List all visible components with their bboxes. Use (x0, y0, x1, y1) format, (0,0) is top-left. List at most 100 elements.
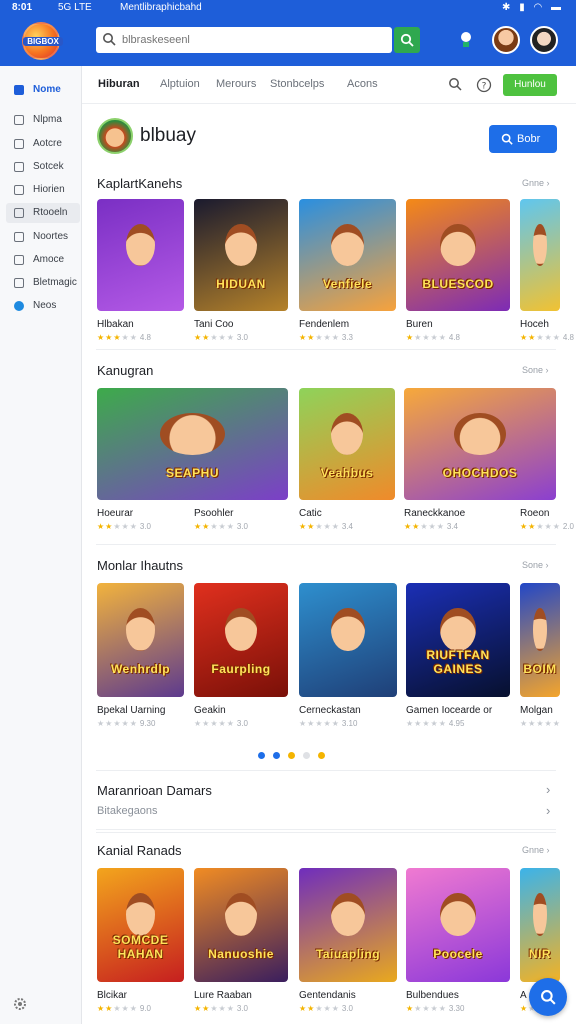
game-name: Raneckkanoe (404, 508, 466, 519)
settings-gear-icon[interactable] (12, 996, 28, 1012)
game-thumbnail[interactable]: BOIM (520, 583, 560, 697)
game-thumbnail[interactable]: Taiuapling (299, 868, 397, 982)
game-thumbnail[interactable]: Faurpling (194, 583, 288, 697)
app-logo[interactable]: BIGBOX (22, 22, 63, 60)
user-avatar[interactable] (492, 26, 520, 54)
search-icon[interactable] (448, 77, 462, 91)
filled-stars: ★★ (299, 522, 316, 531)
promo-title[interactable]: Maranrioan Damars (97, 783, 212, 798)
list-icon (14, 139, 24, 149)
game-thumbnail[interactable]: SEAPHU (97, 388, 288, 500)
game-thumbnail[interactable]: Nanuoshie (194, 868, 288, 982)
game-thumbnail[interactable]: Venfiele (299, 199, 396, 311)
note-icon (14, 255, 24, 265)
game-name: A (520, 990, 527, 1001)
pager-dot[interactable] (258, 752, 265, 759)
game-thumbnail[interactable]: NIR (520, 868, 560, 982)
game-thumbnail[interactable]: OHOCHDOS (404, 388, 556, 500)
filled-stars: ★★ (404, 522, 421, 531)
search-icon (501, 133, 513, 145)
status-icons: ✱ ▮ ◠ ▬ (502, 2, 564, 13)
rating-value: 4.8 (562, 333, 574, 342)
section-title: KaplartKanehs (97, 176, 183, 191)
pager-dot[interactable] (303, 752, 310, 759)
sidebar-item-6[interactable]: Rtooeln (6, 203, 80, 223)
pager-dot[interactable] (273, 752, 280, 759)
tab-alptuion[interactable]: Alptuion (160, 78, 200, 90)
game-thumbnail[interactable]: SOMCDE HAHAN (97, 868, 184, 982)
sidebar-item-3[interactable]: Aotcre (6, 134, 80, 154)
sidebar-item-label: Bletmagic (33, 277, 77, 288)
sidebar-item-7[interactable]: Noortes (6, 227, 80, 247)
document-icon (14, 115, 24, 125)
rating-stars: ★★★★★ 3.0 (194, 719, 248, 728)
search-submit-button[interactable] (394, 27, 420, 53)
search-input[interactable] (122, 31, 384, 49)
help-icon[interactable]: ? (476, 77, 492, 93)
sidebar-item-label: Hiorien (33, 184, 65, 195)
rating-stars: ★★★★★ 4.8 (97, 333, 151, 342)
game-thumbnail[interactable]: HIDUAN (194, 199, 288, 311)
promo-subtitle[interactable]: Bitakegaons (97, 805, 158, 817)
section-see-all-link[interactable]: Sone › (522, 560, 549, 570)
game-thumbnail[interactable] (299, 583, 397, 697)
empty-stars: ★★★ (315, 1004, 340, 1013)
sidebar-item-1[interactable]: Nome (6, 80, 80, 100)
pager-dot[interactable] (318, 752, 325, 759)
empty-stars: ★★★ (210, 333, 235, 342)
tab-stonbcelps[interactable]: Stonbcelps (270, 78, 324, 90)
friend-avatar[interactable] (530, 26, 558, 54)
empty-stars: ★★★ (536, 522, 561, 531)
rating-value: 3.0 (341, 1004, 353, 1013)
game-thumbnail[interactable] (97, 199, 184, 311)
chat-fab-button[interactable] (529, 978, 567, 1016)
chevron-right-icon[interactable]: › (546, 782, 550, 797)
game-thumbnail[interactable]: Poocele (406, 868, 510, 982)
library-search-button[interactable]: Bobr (489, 125, 557, 153)
empty-stars: ★★★★ (414, 1004, 447, 1013)
game-art-title: SOMCDE HAHAN (112, 933, 169, 962)
nav-action-button[interactable]: Hunlou (503, 74, 557, 96)
empty-stars: ★★★★★ (406, 719, 447, 728)
filled-stars: ★★ (194, 522, 211, 531)
section-see-all-link[interactable]: Sone › (522, 365, 549, 375)
rating-stars: ★★★★★ 3.4 (404, 522, 458, 531)
character-art (330, 412, 364, 456)
rating-stars: ★★★★★ 3.30 (406, 1004, 464, 1013)
hint-bulb-icon[interactable] (452, 26, 480, 54)
tab-merours[interactable]: Merours (216, 78, 256, 90)
divider (96, 829, 556, 830)
game-art-title: Taiuapling (315, 947, 381, 962)
sidebar-item-label: Amoce (33, 254, 65, 265)
grid-icon (14, 162, 24, 172)
sidebar-item-8[interactable]: Amoce (6, 250, 80, 270)
sidebar-item-10[interactable]: Neos (6, 296, 80, 316)
sidebar-item-9[interactable]: Bletmagic (6, 273, 80, 293)
rating-value: 9.0 (139, 1004, 151, 1013)
game-art-title: HIDUAN (216, 276, 266, 291)
tab-hiburan[interactable]: Hiburan (98, 78, 140, 90)
search-box[interactable] (96, 27, 392, 53)
game-thumbnail[interactable]: Veahbus (299, 388, 395, 500)
chevron-right-icon[interactable]: › (546, 803, 550, 818)
section-see-all-link[interactable]: Gnne › (522, 845, 550, 855)
mail-icon (14, 232, 24, 242)
svg-text:?: ? (482, 82, 487, 92)
game-name: Blcikar (97, 990, 128, 1001)
game-thumbnail[interactable] (520, 199, 560, 311)
game-art-title: Wenhrdlp (110, 662, 171, 677)
pager-dot[interactable] (288, 752, 295, 759)
sidebar-item-5[interactable]: Hiorien (6, 180, 80, 200)
sidebar-item-4[interactable]: Sotcek (6, 157, 80, 177)
image-icon (14, 185, 24, 195)
empty-stars: ★★★★★ (194, 719, 235, 728)
sidebar-item-label: Neos (33, 300, 57, 311)
game-name: Hoeurar (97, 508, 134, 519)
divider (96, 770, 556, 771)
game-thumbnail[interactable]: Wenhrdlp (97, 583, 184, 697)
sidebar-item-2[interactable]: Nlpma (6, 110, 80, 130)
section-see-all-link[interactable]: Gnne › (522, 178, 550, 188)
game-thumbnail[interactable]: BLUESCOD (406, 199, 510, 311)
game-thumbnail[interactable]: RIUFTFAN GAINES (406, 583, 510, 697)
tab-acons[interactable]: Acons (347, 78, 378, 90)
